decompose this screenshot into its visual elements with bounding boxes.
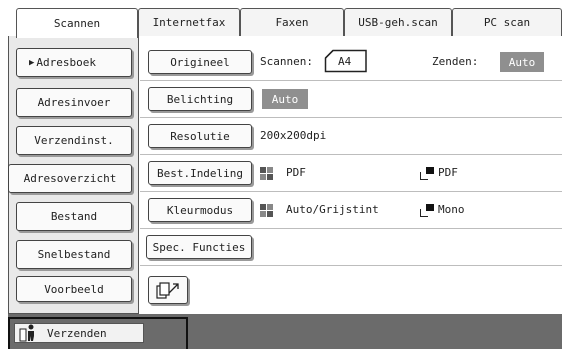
mono-mode-value: Mono: [438, 203, 465, 216]
send-label: Zenden:: [432, 55, 479, 68]
tab-usb-scan[interactable]: USB-geh.scan: [344, 8, 452, 36]
sidebar-item-verzendinst[interactable]: Verzendinst.: [16, 126, 132, 155]
spec-functies-button[interactable]: Spec. Functies: [146, 235, 252, 259]
sidebar-item-label: Adresoverzicht: [23, 172, 117, 185]
exposure-badge: Auto: [262, 89, 308, 109]
row-resolutie: Resolutie 200x200dpi: [140, 118, 562, 155]
origineel-button[interactable]: Origineel: [148, 50, 252, 74]
best-indeling-button[interactable]: Best.Indeling: [148, 161, 252, 185]
row-kleurmodus: Kleurmodus Auto/Grijstint Mono: [140, 192, 562, 229]
row-origineel: Origineel Scannen: A4 Zenden: Auto: [140, 44, 562, 81]
sidebar-item-label: Snelbestand: [37, 248, 111, 261]
kleurmodus-button[interactable]: Kleurmodus: [148, 198, 252, 222]
sidebar-item-bestand[interactable]: Bestand: [16, 202, 132, 231]
belichting-button[interactable]: Belichting: [148, 87, 252, 111]
resolutie-button[interactable]: Resolutie: [148, 124, 252, 148]
selected-arrow-icon: ▶: [29, 57, 35, 68]
color-format-value: PDF: [286, 166, 306, 179]
sidebar-item-label: Bestand: [50, 210, 98, 223]
color-grid-icon: [260, 204, 273, 217]
scan-screen: Scannen Internetfax Faxen USB-geh.scan P…: [0, 0, 562, 349]
row-spec-functies: Spec. Functies: [140, 229, 562, 266]
row-preview: [140, 266, 562, 314]
tab-scannen[interactable]: Scannen: [16, 8, 138, 38]
mono-format-value: PDF: [438, 166, 458, 179]
document-rotate-icon: [156, 282, 179, 299]
scan-label: Scannen:: [260, 55, 313, 68]
sidebar-item-label: Adresinvoer: [37, 96, 111, 109]
tab-internetfax[interactable]: Internetfax: [138, 8, 240, 36]
tab-pc-scan[interactable]: PC scan: [452, 8, 562, 36]
sidebar-item-label: Verzendinst.: [34, 134, 114, 147]
tab-faxen[interactable]: Faxen: [240, 8, 344, 36]
send-person-icon: [19, 324, 34, 342]
row-bestandsindeling: Best.Indeling PDF PDF: [140, 155, 562, 192]
mono-icon: [420, 167, 434, 180]
sidebar-item-voorbeeld[interactable]: Voorbeeld: [16, 276, 132, 302]
sidebar-item-label: Voorbeeld: [44, 282, 104, 296]
row-belichting: Belichting Auto: [140, 81, 562, 118]
sidebar-item-snelbestand[interactable]: Snelbestand: [16, 240, 132, 269]
sidebar-item-adresoverzicht[interactable]: Adresoverzicht: [8, 164, 132, 193]
mono-icon: [420, 204, 434, 217]
verzenden-button[interactable]: Verzenden: [14, 323, 144, 343]
sidebar-item-adresinvoer[interactable]: Adresinvoer: [16, 88, 132, 117]
resolution-value: 200x200dpi: [260, 129, 327, 142]
color-grid-icon: [260, 167, 273, 180]
sidebar-item-adresboek[interactable]: ▶ Adresboek: [16, 48, 132, 77]
sidebar-item-label: Adresboek: [36, 56, 97, 69]
verzenden-label: Verzenden: [47, 326, 107, 340]
preview-button[interactable]: [148, 276, 188, 304]
scan-size-value: A4: [338, 55, 352, 68]
send-size-badge: Auto: [500, 52, 544, 72]
color-mode-value: Auto/Grijstint: [286, 203, 379, 216]
